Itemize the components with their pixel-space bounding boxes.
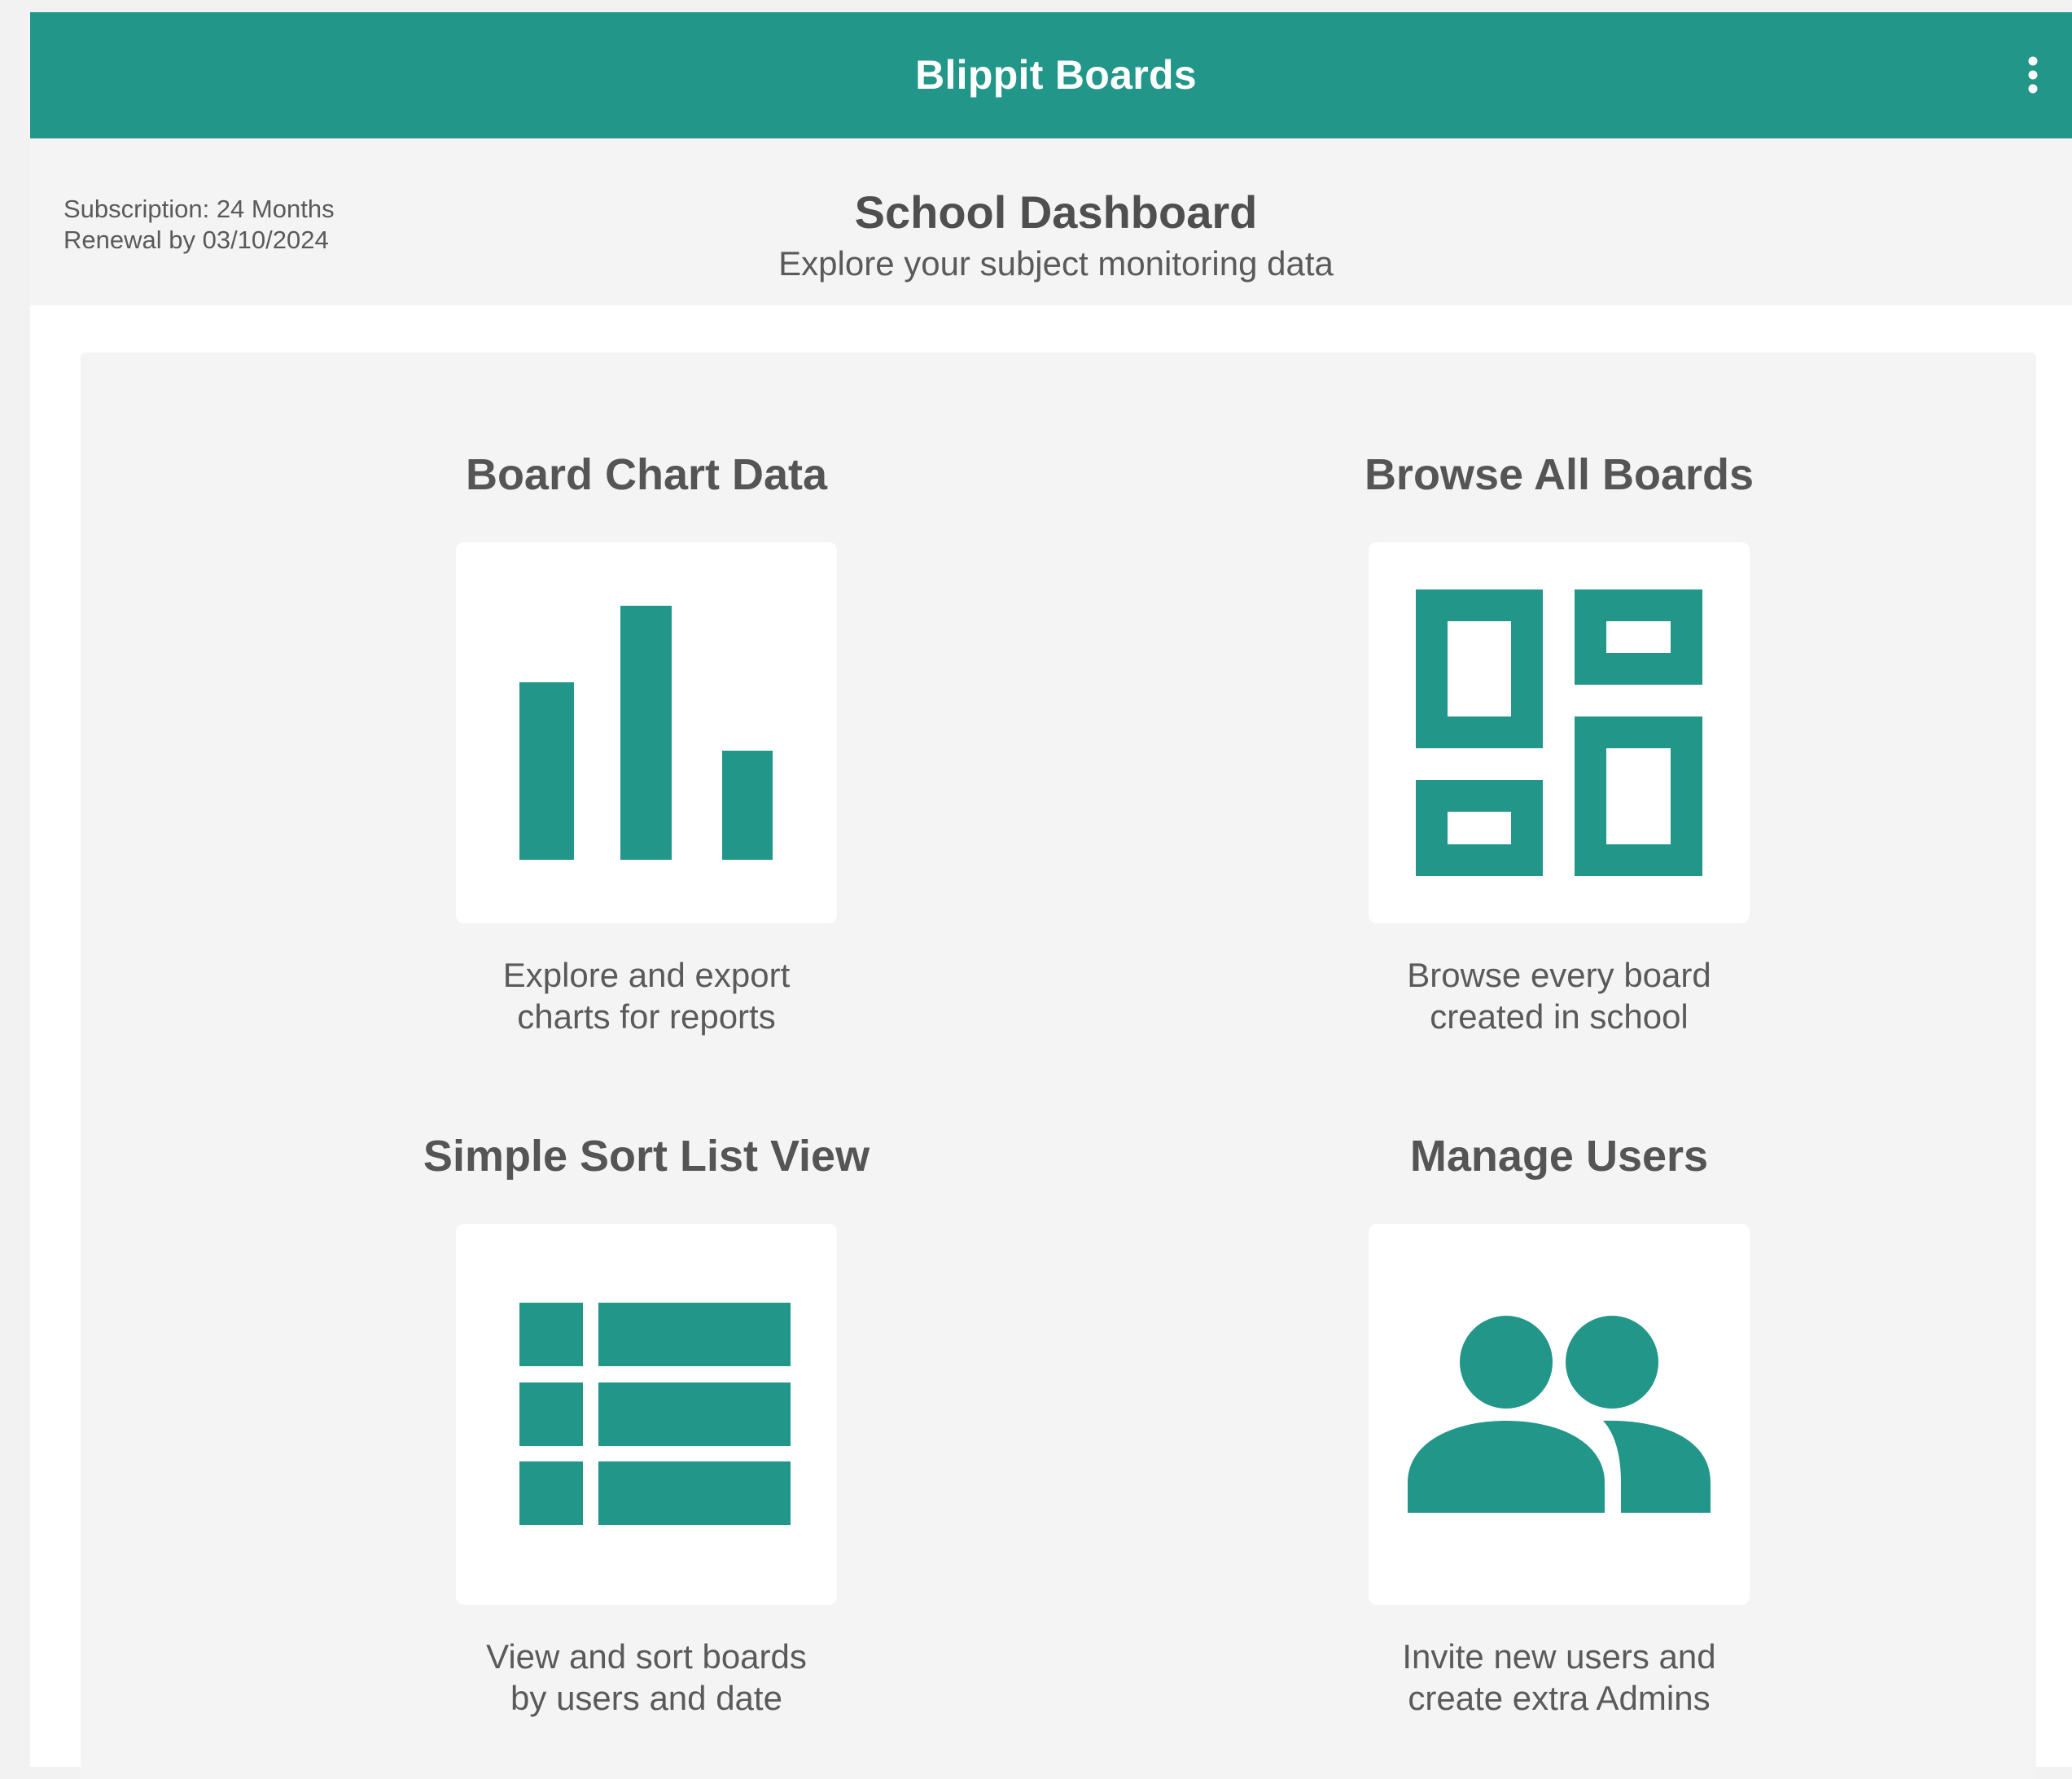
dashboard-header: Subscription: 24 Months Renewal by 03/10…	[30, 138, 2072, 305]
card-description-line: by users and date	[510, 1679, 782, 1717]
app-title: Blippit Boards	[915, 52, 1197, 98]
browse-all-boards-card[interactable]: Browse All Boards Browse every board cre…	[1274, 446, 1844, 1037]
card-description-line: Browse every board	[1407, 956, 1711, 994]
card-description-line: View and sort boards	[486, 1637, 807, 1676]
card-title: Board Chart Data	[465, 450, 828, 499]
simple-sort-list-view-card[interactable]: Simple Sort List View View and sort boar…	[361, 1128, 931, 1719]
board-chart-data-card[interactable]: Board Chart Data Explore and export char…	[361, 446, 931, 1037]
card-icon-tile[interactable]	[456, 542, 837, 923]
card-title: Manage Users	[1409, 1132, 1709, 1181]
card-icon-tile[interactable]	[1369, 1224, 1750, 1605]
app-bar: Blippit Boards	[30, 12, 2072, 138]
page-title: School Dashboard	[854, 186, 1258, 238]
dashboard-grid-icon	[1416, 589, 1702, 876]
card-icon-tile[interactable]	[1369, 542, 1750, 923]
bar-chart-icon	[519, 606, 773, 860]
more-menu-button[interactable]	[2008, 50, 2057, 99]
people-icon	[1408, 1316, 1711, 1513]
card-description-line: Invite new users and	[1402, 1637, 1716, 1676]
page-subtitle: Explore your subject monitoring data	[778, 244, 1334, 283]
card-title: Simple Sort List View	[423, 1132, 870, 1181]
card-description-line: created in school	[1430, 997, 1689, 1036]
dashboard-panel: Board Chart Data Explore and export char…	[81, 353, 2036, 1779]
app-window: Blippit Boards Subscription: 24 Months R…	[30, 12, 2072, 1779]
card-title: Browse All Boards	[1364, 450, 1754, 499]
card-description-line: create extra Admins	[1408, 1679, 1711, 1717]
card-description: Explore and export charts for reports	[394, 954, 899, 1037]
card-description-line: charts for reports	[517, 997, 776, 1036]
card-icon-tile[interactable]	[456, 1224, 837, 1605]
card-description: Browse every board created in school	[1307, 954, 1811, 1037]
card-description-line: Explore and export	[502, 956, 791, 994]
more-vert-icon	[2028, 56, 2038, 94]
list-view-icon	[519, 1303, 791, 1525]
manage-users-card[interactable]: Manage Users Invite new users and create…	[1274, 1128, 1844, 1719]
card-description: View and sort boards by users and date	[394, 1636, 899, 1719]
card-description: Invite new users and create extra Admins	[1307, 1636, 1811, 1719]
